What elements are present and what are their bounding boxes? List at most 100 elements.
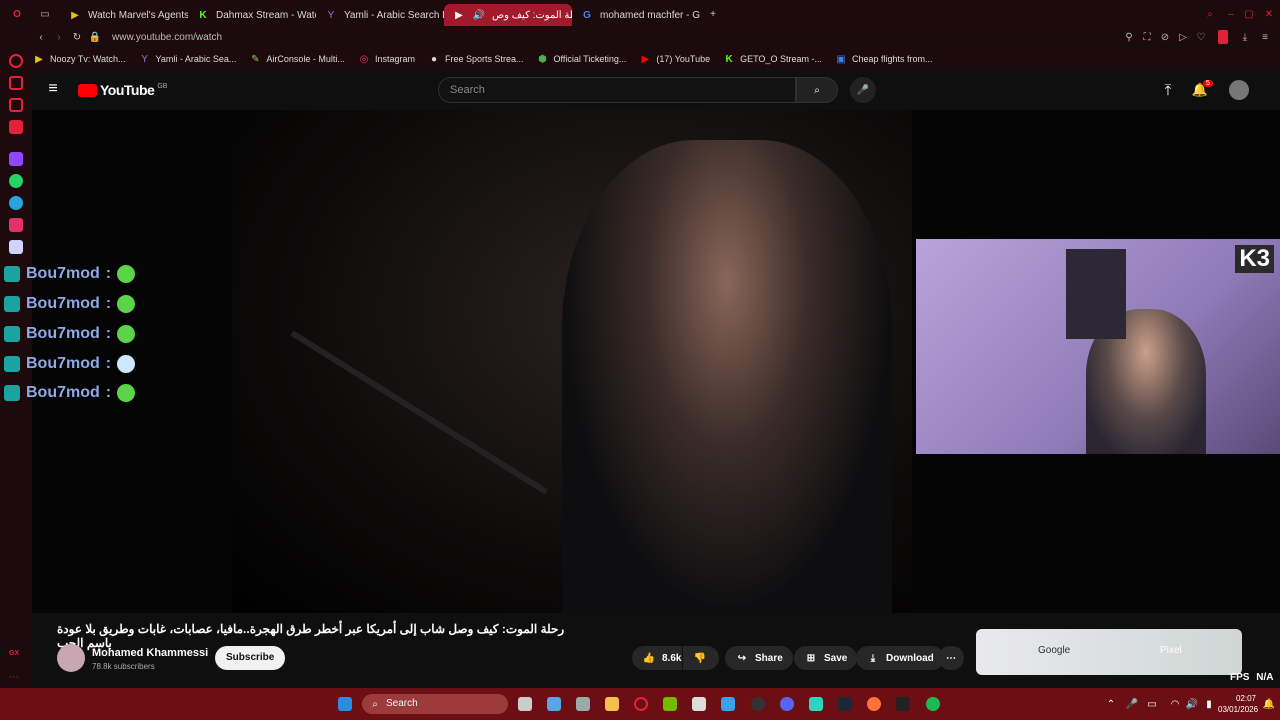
upload-icon[interactable]: ⤒ (1161, 82, 1175, 99)
yamli-icon: Y (327, 9, 335, 21)
forward-icon[interactable]: › (52, 30, 66, 44)
maximize-icon[interactable]: ▢ (1242, 7, 1256, 21)
notification-center-icon[interactable]: 🔔 (1262, 697, 1276, 711)
speaker-icon[interactable]: 🔊 (472, 8, 486, 22)
power-icon[interactable]: ▮ (1202, 697, 1216, 711)
clock[interactable]: 02:07 03/01/2026 (1218, 693, 1258, 715)
bookmark-yamli[interactable]: Y Yamli - Arabic Sea... (138, 52, 236, 66)
tab-marvel[interactable]: ▶Watch Marvel's Agents of (60, 4, 188, 26)
bookmark-ticketing[interactable]: ⬢ Official Ticketing... (536, 52, 626, 66)
firefox-icon[interactable] (867, 697, 881, 711)
player-icon[interactable]: ▷ (1176, 30, 1190, 44)
share-button[interactable]: ↪ Share (725, 646, 793, 670)
pin-icon[interactable]: ⚲ (1122, 30, 1136, 44)
discord-icon[interactable] (780, 697, 794, 711)
search-tabs-icon[interactable]: ⌕ (1203, 7, 1217, 21)
channel-name[interactable]: Mohamed Khammessi (92, 647, 208, 659)
nvidia-icon[interactable] (663, 697, 677, 711)
tab-youtube-video[interactable]: ▶🔊(5) رحلة الموت: كيف وص (444, 4, 572, 26)
snapshot-icon[interactable]: ⛶ (1140, 30, 1154, 44)
bookmark-instagram[interactable]: ◎ Instagram (357, 52, 415, 66)
google-icon: G (583, 9, 591, 21)
app-icon[interactable] (809, 697, 823, 711)
spotify-icon[interactable] (926, 697, 940, 711)
twitch-icon[interactable] (9, 152, 23, 166)
telegram-icon[interactable] (9, 196, 23, 210)
aria-icon[interactable] (9, 54, 23, 68)
bookmark-airconsole[interactable]: ✎ AirConsole - Multi... (248, 52, 345, 66)
vscode-icon[interactable] (721, 697, 735, 711)
more-icon[interactable]: ⋯ (9, 672, 23, 686)
reload-icon[interactable]: ↻ (70, 30, 84, 44)
opera-gx-icon[interactable] (634, 697, 648, 711)
minimize-icon[interactable]: – (1224, 7, 1238, 21)
hamburger-menu-icon[interactable]: ≡ (46, 80, 60, 97)
account-avatar[interactable] (1229, 80, 1249, 100)
taskbar-search[interactable]: ⌕ Search (362, 694, 508, 714)
chat-message: Bou7mod: (4, 384, 136, 402)
volume-icon[interactable]: 🔊 (1185, 697, 1199, 711)
url-field[interactable]: www.youtube.com/watch (112, 32, 222, 43)
tab-dahmax[interactable]: KDahmax Stream - Watch L (188, 4, 316, 26)
bookmark-geto[interactable]: K GETO_O Stream -... (722, 52, 821, 66)
steam-icon[interactable] (838, 697, 852, 711)
microphone-icon[interactable]: 🎤 (1125, 697, 1139, 711)
voice-search-button[interactable]: 🎤 (850, 77, 876, 103)
streamer-webcam: K3 (916, 239, 1280, 454)
download-icon[interactable]: ⤓ (1238, 30, 1252, 44)
bookmark-flights[interactable]: ▣ Cheap flights from... (834, 52, 932, 66)
wifi-icon[interactable]: ◠ (1168, 697, 1182, 711)
crypto-icon[interactable] (9, 76, 23, 90)
gx-icon[interactable]: GX (9, 650, 23, 664)
copilot-icon[interactable] (547, 697, 561, 711)
messenger-icon[interactable] (9, 98, 23, 112)
github-icon[interactable] (751, 697, 765, 711)
flights-icon: ▣ (836, 53, 846, 65)
heart-icon[interactable]: ♡ (1194, 30, 1208, 44)
k3-logo: K3 (1235, 245, 1274, 273)
channel-row: Mohamed Khammessi 78.8k subscribers Subs… (57, 644, 987, 674)
bookmark-noozy[interactable]: ▶ Noozy Tv: Watch... (32, 52, 125, 66)
more-icon: ⋯ (946, 652, 956, 664)
bookmark-icon: ⊞ (806, 652, 816, 664)
bookmark-sports[interactable]: ● Free Sports Strea... (427, 52, 524, 66)
download-button[interactable]: ⤓ Download (856, 646, 944, 670)
chat-badge-icon (4, 296, 20, 312)
discord-icon[interactable] (9, 240, 23, 254)
instagram-icon[interactable] (9, 218, 23, 232)
task-view-icon[interactable] (518, 697, 532, 711)
opera-addon-icon[interactable] (9, 120, 23, 134)
file-explorer-icon[interactable] (605, 697, 619, 711)
menu-icon[interactable]: ≡ (1258, 30, 1272, 44)
tab-overview-icon[interactable]: ▭ (38, 7, 52, 21)
video-player[interactable]: Bou7mod: Bou7mod: Bou7mod: Bou7mod: Bou7… (4, 110, 1280, 613)
more-actions-button[interactable]: ⋯ (938, 646, 964, 670)
opera-logo-icon[interactable]: O (10, 7, 24, 21)
battery-icon[interactable]: ▭ (1145, 697, 1159, 711)
subscribe-button[interactable]: Subscribe (215, 646, 286, 670)
like-button[interactable]: 👍 8.6k (632, 646, 682, 670)
tab-yamli[interactable]: YYamli - Arabic Search Eng (316, 4, 444, 26)
profile-icon[interactable] (1218, 30, 1228, 44)
youtube-logo[interactable]: YouTube GB (78, 82, 167, 98)
store-icon[interactable] (692, 697, 706, 711)
globe-icon: ● (430, 53, 437, 65)
tray-chevron-icon[interactable]: ⌃ (1104, 697, 1118, 711)
adblock-icon[interactable]: ⊘ (1158, 30, 1172, 44)
search-input[interactable]: Search (438, 77, 796, 103)
whatsapp-icon[interactable] (9, 174, 23, 188)
epic-games-icon[interactable] (896, 697, 910, 711)
back-icon[interactable]: ‹ (34, 30, 48, 44)
new-tab-icon[interactable]: + (706, 7, 720, 21)
tab-google[interactable]: Gmohamed machfer - Goog (572, 4, 700, 26)
close-icon[interactable]: ✕ (1262, 7, 1276, 21)
bookmark-youtube[interactable]: ▶ (17) YouTube (638, 52, 711, 66)
search-button[interactable]: ⌕ (796, 77, 838, 103)
windows-start-icon[interactable] (338, 697, 352, 711)
google-pixel-ad[interactable]: Google Pixel (976, 629, 1242, 675)
dislike-button[interactable]: 👎 (683, 646, 719, 670)
windows-taskbar: ⌕ Search ⌃ 🎤 ▭ ◠ 🔊 ▮ 02:07 03/01/2026 🔔 (0, 688, 1280, 720)
save-button[interactable]: ⊞ Save (794, 646, 858, 670)
channel-avatar[interactable] (57, 644, 85, 672)
settings-icon[interactable] (576, 697, 590, 711)
